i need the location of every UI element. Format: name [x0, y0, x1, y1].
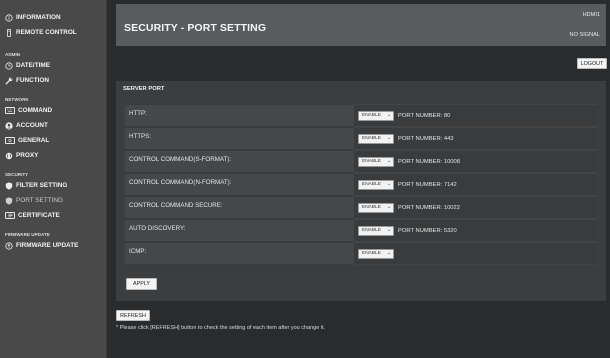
sidebar-section-admin: ADMIN [5, 52, 21, 57]
chevron-down-icon: ⌄ [386, 136, 391, 141]
firmware-icon [5, 241, 13, 250]
sidebar-item-function[interactable]: FUNCTION [0, 73, 106, 88]
port-number: PORT NUMBER: 10022 [398, 204, 460, 211]
sidebar-item-proxy[interactable]: PROXY [0, 148, 106, 163]
sidebar-section-security: SECURITY [5, 172, 29, 177]
row-label: ICMP: [125, 242, 354, 265]
enable-select[interactable]: ENABLE ⌄ [358, 110, 394, 121]
chevron-down-icon: ⌄ [386, 159, 391, 164]
sidebar-item-label: ACCOUNT [16, 122, 48, 129]
sidebar-item-label: COMMAND [18, 107, 53, 114]
sidebar-item-label: INFORMATION [16, 14, 61, 21]
table-row: ICMP: ENABLE ⌄ [125, 242, 597, 265]
certificate-icon [5, 212, 15, 219]
sidebar-item-firmware-update[interactable]: FIRMWARE UPDATE [0, 238, 106, 253]
refresh-button[interactable]: REFRESH [116, 310, 150, 321]
sidebar-item-port-setting[interactable]: PORT SETTING [0, 193, 106, 208]
sidebar-item-label: FILTER SETTING [16, 182, 68, 189]
sidebar-item-command[interactable]: COMMAND [0, 103, 106, 118]
enable-select[interactable]: ENABLE ⌄ [358, 225, 394, 236]
chevron-down-icon: ⌄ [386, 251, 391, 256]
chevron-down-icon: ⌄ [386, 205, 391, 210]
chevron-down-icon: ⌄ [386, 182, 391, 187]
logout-button[interactable]: LOGOUT [577, 58, 607, 69]
table-row: HTTPS: ENABLE ⌄ PORT NUMBER: 443 [125, 127, 597, 150]
refresh-note: * Please click [REFRESH] button to check… [116, 325, 326, 331]
info-circle-icon [5, 13, 13, 22]
shield-icon [5, 181, 13, 190]
row-label: HTTPS: [125, 127, 354, 150]
sidebar-item-label: PORT SETTING [16, 197, 63, 204]
server-port-panel: SERVER PORT HTTP: ENABLE ⌄ PORT NUMBER: 8… [116, 81, 606, 301]
sidebar-item-label: FIRMWARE UPDATE [16, 242, 79, 249]
sidebar-item-information[interactable]: INFORMATION [0, 10, 106, 25]
shield-icon [5, 196, 13, 205]
table-row: HTTP: ENABLE ⌄ PORT NUMBER: 80 [125, 104, 597, 127]
enable-select[interactable]: ENABLE ⌄ [358, 179, 394, 190]
wrench-icon [5, 77, 13, 85]
row-label: HTTP: [125, 104, 354, 127]
enable-select[interactable]: ENABLE ⌄ [358, 133, 394, 144]
globe-icon [5, 152, 13, 160]
keyboard-icon [5, 107, 15, 114]
signal-status: NO SIGNAL [569, 32, 600, 38]
apply-button[interactable]: APPLY [126, 278, 157, 290]
row-label: CONTROL COMMAND SECURE: [125, 196, 354, 219]
sidebar-item-account[interactable]: ACCOUNT [0, 118, 106, 133]
input-source-label: HDMI1 [582, 12, 600, 18]
row-label: CONTROL COMMAND(S-FORMAT): [125, 150, 354, 173]
clock-icon [5, 61, 13, 70]
page-title: SECURITY - PORT SETTING [124, 22, 267, 34]
user-icon [5, 121, 13, 130]
sidebar-item-filter-setting[interactable]: FILTER SETTING [0, 178, 106, 193]
sidebar-item-label: GENERAL [18, 137, 50, 144]
row-label: CONTROL COMMAND(N-FORMAT): [125, 173, 354, 196]
sidebar-item-label: CERTIFICATE [18, 212, 60, 219]
sidebar-item-label: FUNCTION [16, 77, 50, 84]
port-number: PORT NUMBER: 10008 [398, 158, 460, 165]
sidebar-item-general[interactable]: GENERAL [0, 133, 106, 148]
enable-select[interactable]: ENABLE ⌄ [358, 202, 394, 213]
port-number: PORT NUMBER: 5320 [398, 227, 457, 234]
port-number: PORT NUMBER: 80 [398, 112, 451, 119]
sidebar-item-remote-control[interactable]: REMOTE CONTROL [0, 25, 106, 40]
chevron-down-icon: ⌄ [386, 228, 391, 233]
general-box-icon [5, 137, 15, 144]
row-label: AUTO DISCOVERY: [125, 219, 354, 242]
sidebar-section-firmware: FIRMWARE UPDATE [5, 232, 50, 237]
table-row: CONTROL COMMAND(S-FORMAT): ENABLE ⌄ PORT … [125, 150, 597, 173]
sidebar-item-label: PROXY [16, 152, 39, 159]
page-header: SECURITY - PORT SETTING HDMI1 NO SIGNAL [116, 4, 606, 46]
enable-select[interactable]: ENABLE ⌄ [358, 156, 394, 167]
sidebar-item-certificate[interactable]: CERTIFICATE [0, 208, 106, 223]
remote-icon [5, 28, 13, 37]
port-number: PORT NUMBER: 443 [398, 135, 454, 142]
server-port-table: HTTP: ENABLE ⌄ PORT NUMBER: 80 HTTPS: ENA… [125, 104, 597, 265]
port-number: PORT NUMBER: 7142 [398, 181, 457, 188]
enable-select[interactable]: ENABLE ⌄ [358, 248, 394, 259]
table-row: CONTROL COMMAND(N-FORMAT): ENABLE ⌄ PORT … [125, 173, 597, 196]
sidebar-section-network: NETWORK [5, 97, 29, 102]
panel-title: SERVER PORT [123, 86, 165, 92]
table-row: CONTROL COMMAND SECURE: ENABLE ⌄ PORT NUM… [125, 196, 597, 219]
chevron-down-icon: ⌄ [386, 113, 391, 118]
sidebar-item-label: REMOTE CONTROL [16, 29, 77, 36]
sidebar-item-label: DATE/TIME [16, 62, 50, 69]
sidebar-item-datetime[interactable]: DATE/TIME [0, 58, 106, 73]
table-row: AUTO DISCOVERY: ENABLE ⌄ PORT NUMBER: 532… [125, 219, 597, 242]
sidebar: INFORMATION REMOTE CONTROL ADMIN DATE/TI… [0, 0, 107, 358]
